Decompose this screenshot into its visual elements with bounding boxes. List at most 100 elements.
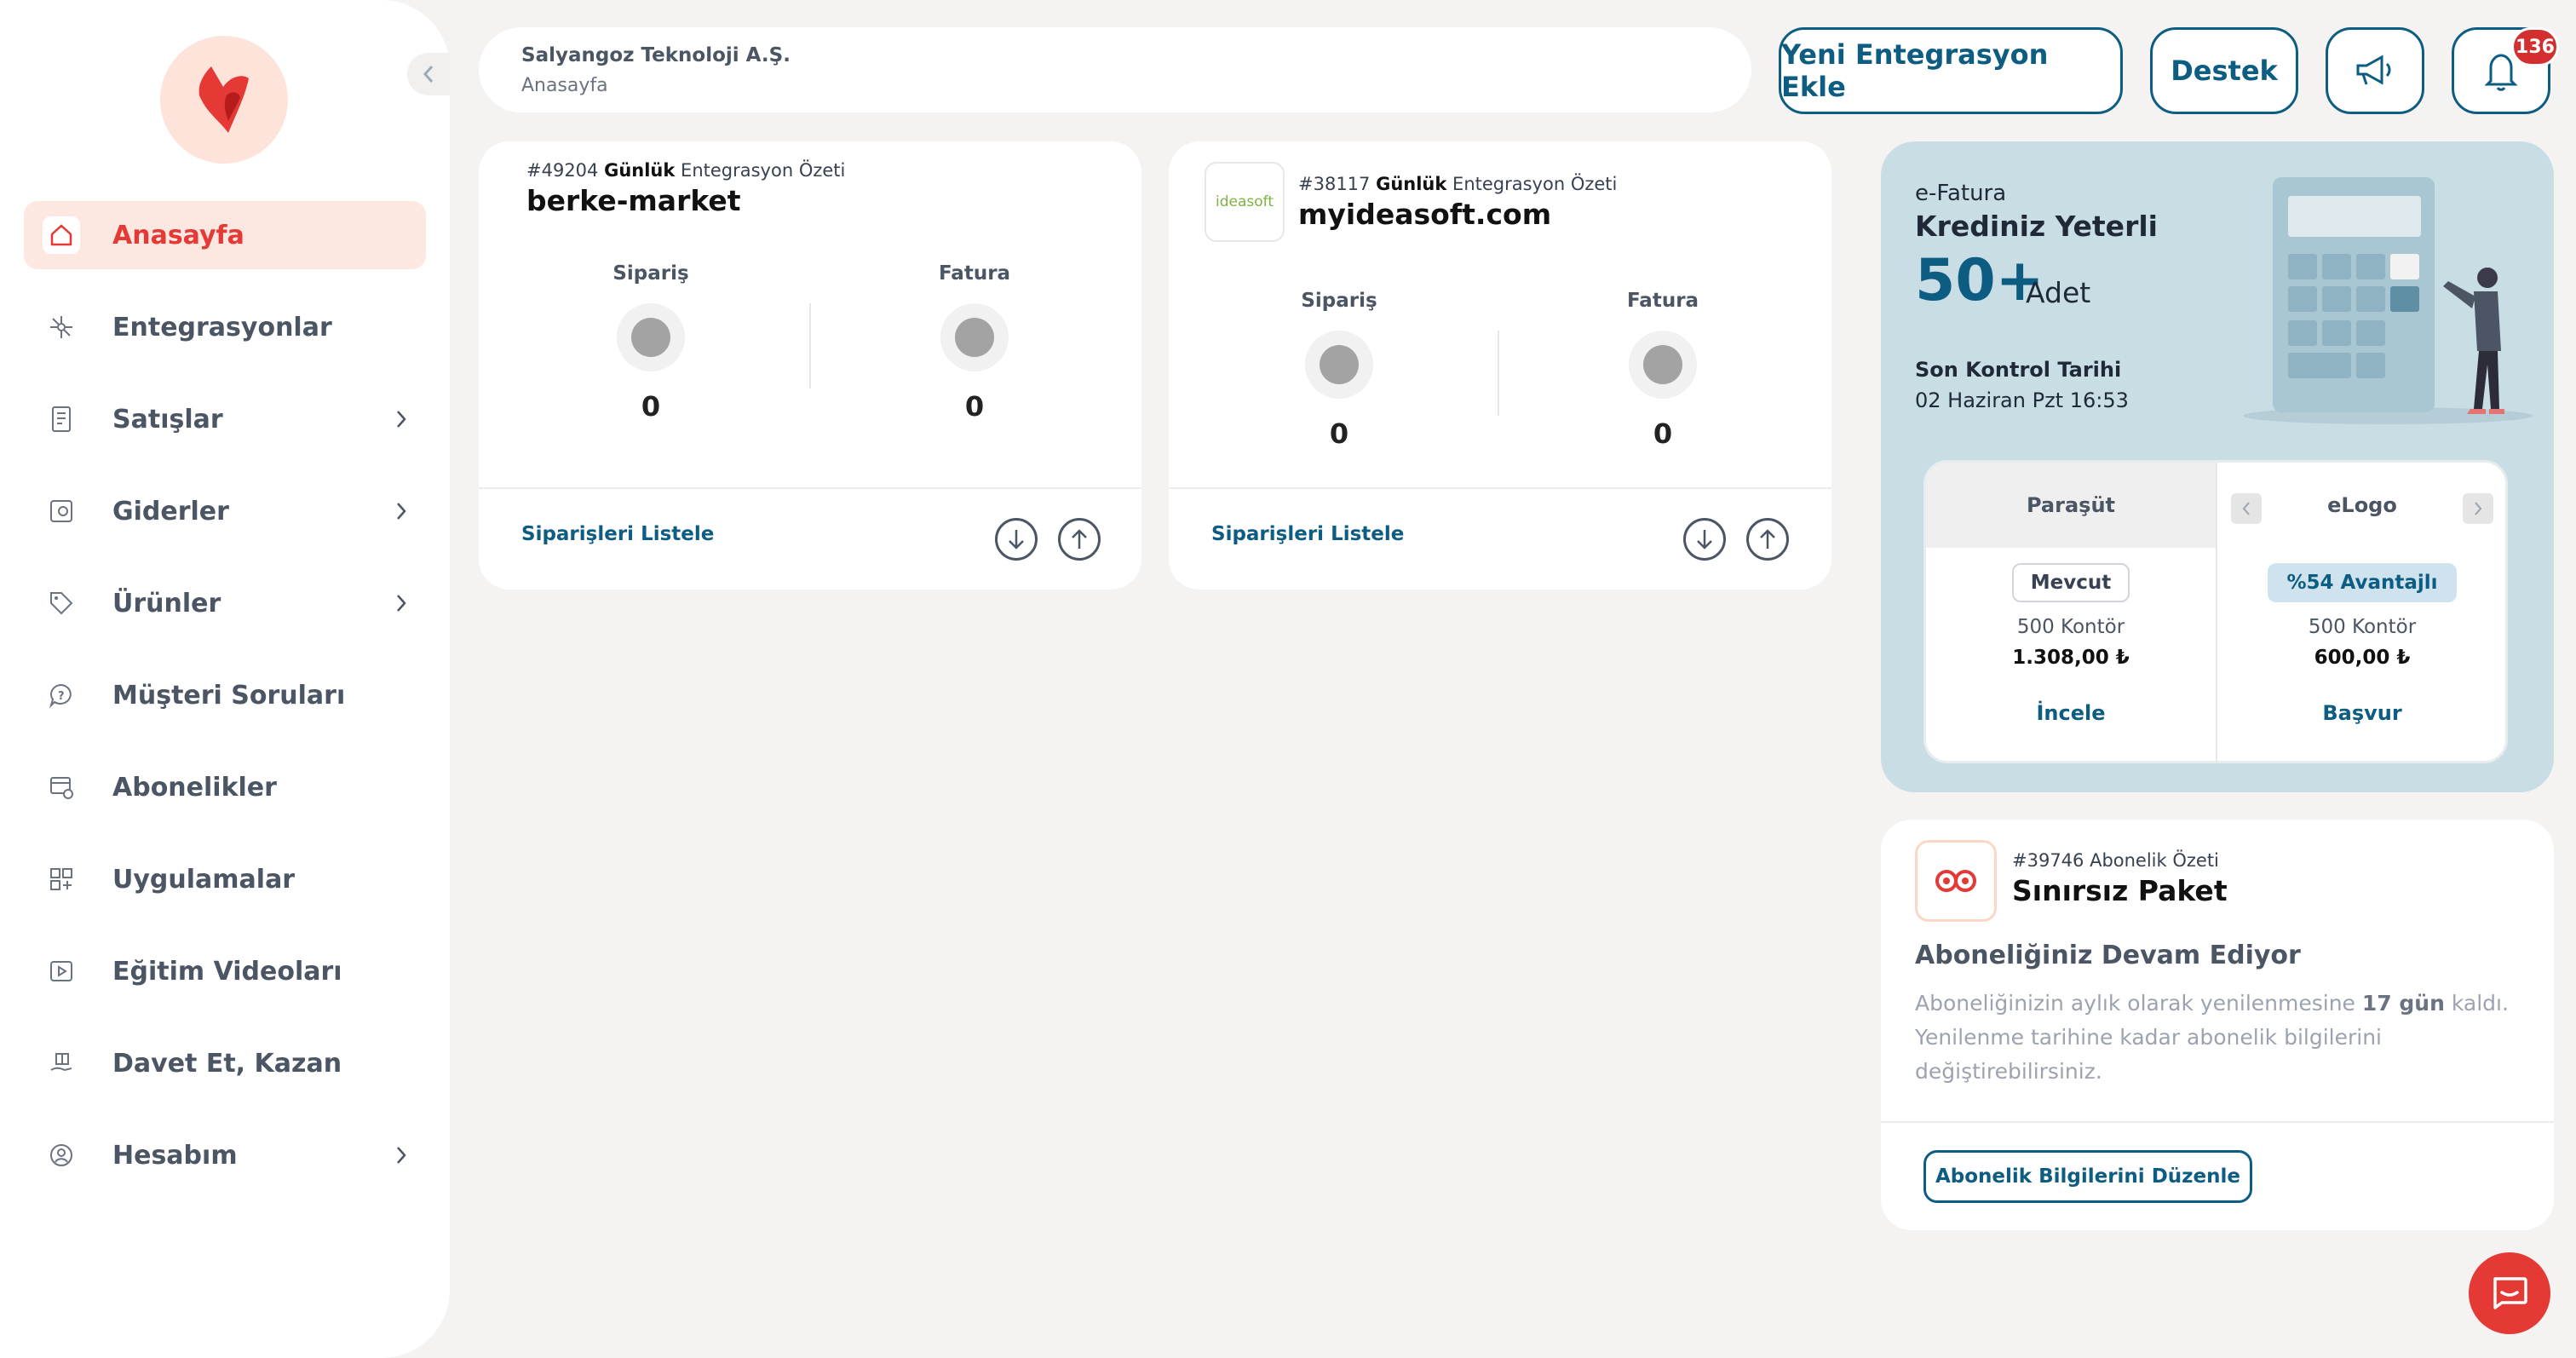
notification-count-badge: 136	[2511, 27, 2559, 66]
sidebar-item-egitim-videolari[interactable]: Eğitim Videoları	[24, 937, 426, 1005]
efatura-credit-panel: e-Fatura Krediniz Yeterli 50+ Adet Son K…	[1881, 141, 2554, 792]
sidebar-nav: Anasayfa Entegrasyonlar Satışlar Giderle…	[24, 201, 426, 1213]
order-stat: Sipariş 0	[1228, 290, 1450, 450]
sidebar-item-label: Uygulamalar	[112, 864, 296, 895]
brand-logo[interactable]	[160, 36, 288, 164]
breadcrumb-current[interactable]: Anasayfa	[521, 75, 1709, 96]
sidebar-item-satislar[interactable]: Satışlar	[24, 385, 426, 453]
invoice-stat: Fatura 0	[864, 262, 1085, 423]
provider-column: Paraşüt Mevcut 500 Kontör 1.308,00 ₺ İnc…	[1926, 463, 2216, 761]
subscription-name: Sınırsız Paket	[2012, 874, 2228, 907]
calculator-illustration	[2243, 177, 2533, 424]
list-orders-link[interactable]: Siparişleri Listele	[1211, 523, 1404, 545]
video-icon	[43, 952, 80, 990]
subscription-logo	[1915, 840, 1997, 922]
subscription-description: Aboneliğinizin aylık olarak yenilenmesin…	[1915, 991, 2509, 1084]
divider	[1881, 1121, 2554, 1123]
breadcrumb: Salyangoz Teknoloji A.Ş. Anasayfa	[479, 27, 1751, 112]
credit-count: 500 Kontör	[2308, 616, 2417, 638]
next-provider-button[interactable]	[2463, 493, 2493, 524]
integration-card: #49204 Günlük Entegrasyon Özeti berke-ma…	[479, 141, 1141, 590]
last-check-date: 02 Haziran Pzt 16:53	[1915, 388, 2129, 412]
chevron-right-icon	[397, 595, 406, 612]
efatura-label: e-Fatura	[1915, 181, 2007, 206]
account-icon	[43, 1136, 80, 1174]
apps-icon	[43, 860, 80, 898]
integration-name: berke-market	[526, 184, 741, 217]
question-bubble-icon: ?	[43, 676, 80, 714]
provider-name: Paraşüt	[1926, 463, 2216, 548]
invoice-count: 0	[1653, 417, 1673, 450]
sidebar-item-anasayfa[interactable]: Anasayfa	[24, 201, 426, 269]
discount-tag: %54 Avantajlı	[2268, 563, 2457, 602]
sidebar: Anasayfa Entegrasyonlar Satışlar Giderle…	[0, 0, 450, 1358]
chevron-right-icon	[397, 411, 406, 428]
sidebar-item-urunler[interactable]: Ürünler	[24, 569, 426, 637]
announcements-button[interactable]	[2326, 27, 2424, 114]
provider-comparison: Paraşüt Mevcut 500 Kontör 1.308,00 ₺ İnc…	[1923, 460, 2508, 763]
credit-count: 500 Kontör	[2016, 616, 2125, 638]
shop-logo: ideasoft	[1205, 162, 1285, 242]
upload-icon[interactable]	[1746, 518, 1789, 561]
edit-subscription-button[interactable]: Abonelik Bilgilerini Düzenle	[1923, 1150, 2252, 1203]
sales-icon	[43, 400, 80, 438]
sidebar-item-entegrasyonlar[interactable]: Entegrasyonlar	[24, 293, 426, 361]
sidebar-item-davet-et-kazan[interactable]: Davet Et, Kazan	[24, 1029, 426, 1097]
credit-unit: Adet	[2026, 276, 2091, 309]
infinity-logo-icon	[1935, 870, 1976, 892]
integration-meta: #38117 Günlük Entegrasyon Özeti	[1298, 174, 1618, 194]
last-check-label: Son Kontrol Tarihi	[1915, 358, 2122, 382]
prev-provider-button[interactable]	[2231, 493, 2262, 524]
list-orders-link[interactable]: Siparişleri Listele	[521, 523, 714, 545]
invoice-label: Fatura	[1626, 290, 1699, 312]
sidebar-item-label: Davet Et, Kazan	[112, 1048, 342, 1079]
sidebar-item-label: Ürünler	[112, 588, 221, 619]
home-icon	[43, 216, 80, 254]
sidebar-item-label: Entegrasyonlar	[112, 312, 332, 342]
apply-link[interactable]: Başvur	[2217, 701, 2505, 725]
integration-card: ideasoft #38117 Günlük Entegrasyon Özeti…	[1169, 141, 1831, 590]
expenses-icon	[43, 492, 80, 530]
inspect-link[interactable]: İncele	[1926, 701, 2216, 725]
download-icon[interactable]	[1683, 518, 1726, 561]
chat-launcher-button[interactable]	[2469, 1252, 2550, 1334]
brand-logo-icon	[198, 66, 249, 133]
invoice-label: Fatura	[938, 262, 1011, 285]
sidebar-item-label: Abonelikler	[112, 772, 277, 803]
sidebar-item-abonelikler[interactable]: Abonelikler	[24, 753, 426, 821]
price: 1.308,00 ₺	[2012, 647, 2130, 669]
add-integration-button[interactable]: Yeni Entegrasyon Ekle	[1779, 27, 2123, 114]
integration-card-header: #38117 Günlük Entegrasyon Özeti myideaso…	[1298, 174, 1617, 231]
sidebar-item-hesabim[interactable]: Hesabım	[24, 1121, 426, 1189]
download-icon[interactable]	[995, 518, 1038, 561]
sidebar-item-label: Müşteri Soruları	[112, 680, 346, 711]
divider	[809, 303, 811, 388]
divider	[1498, 331, 1499, 416]
integrations-icon	[43, 308, 80, 346]
sidebar-collapse-button[interactable]	[407, 53, 450, 95]
order-label: Sipariş	[612, 262, 689, 285]
order-stat: Sipariş 0	[540, 262, 762, 423]
invoice-status-dot	[1629, 331, 1697, 399]
integration-name: myideasoft.com	[1298, 198, 1552, 231]
order-status-dot	[1305, 331, 1373, 399]
support-button[interactable]: Destek	[2150, 27, 2298, 114]
provider-column: eLogo %54 Avantajlı 500 Kontör 600,00 ₺ …	[2217, 463, 2505, 761]
order-count: 0	[641, 390, 661, 423]
company-name: Salyangoz Teknoloji A.Ş.	[521, 44, 791, 66]
sidebar-item-giderler[interactable]: Giderler	[24, 477, 426, 545]
invoice-stat: Fatura 0	[1552, 290, 1774, 450]
svg-text:?: ?	[58, 690, 65, 703]
gift-icon	[43, 1044, 80, 1082]
sidebar-item-musteri-sorulari[interactable]: ? Müşteri Soruları	[24, 661, 426, 729]
sidebar-item-label: Anasayfa	[112, 220, 244, 250]
sidebar-item-label: Giderler	[112, 496, 229, 527]
chevron-right-icon	[397, 503, 406, 520]
invoice-count: 0	[964, 390, 985, 423]
tag-icon	[43, 584, 80, 622]
sidebar-item-uygulamalar[interactable]: Uygulamalar	[24, 845, 426, 913]
sidebar-item-label: Hesabım	[112, 1140, 238, 1171]
subscription-card: #39746 Abonelik Özeti Sınırsız Paket Abo…	[1881, 820, 2554, 1230]
upload-icon[interactable]	[1058, 518, 1101, 561]
sidebar-item-label: Eğitim Videoları	[112, 956, 342, 987]
